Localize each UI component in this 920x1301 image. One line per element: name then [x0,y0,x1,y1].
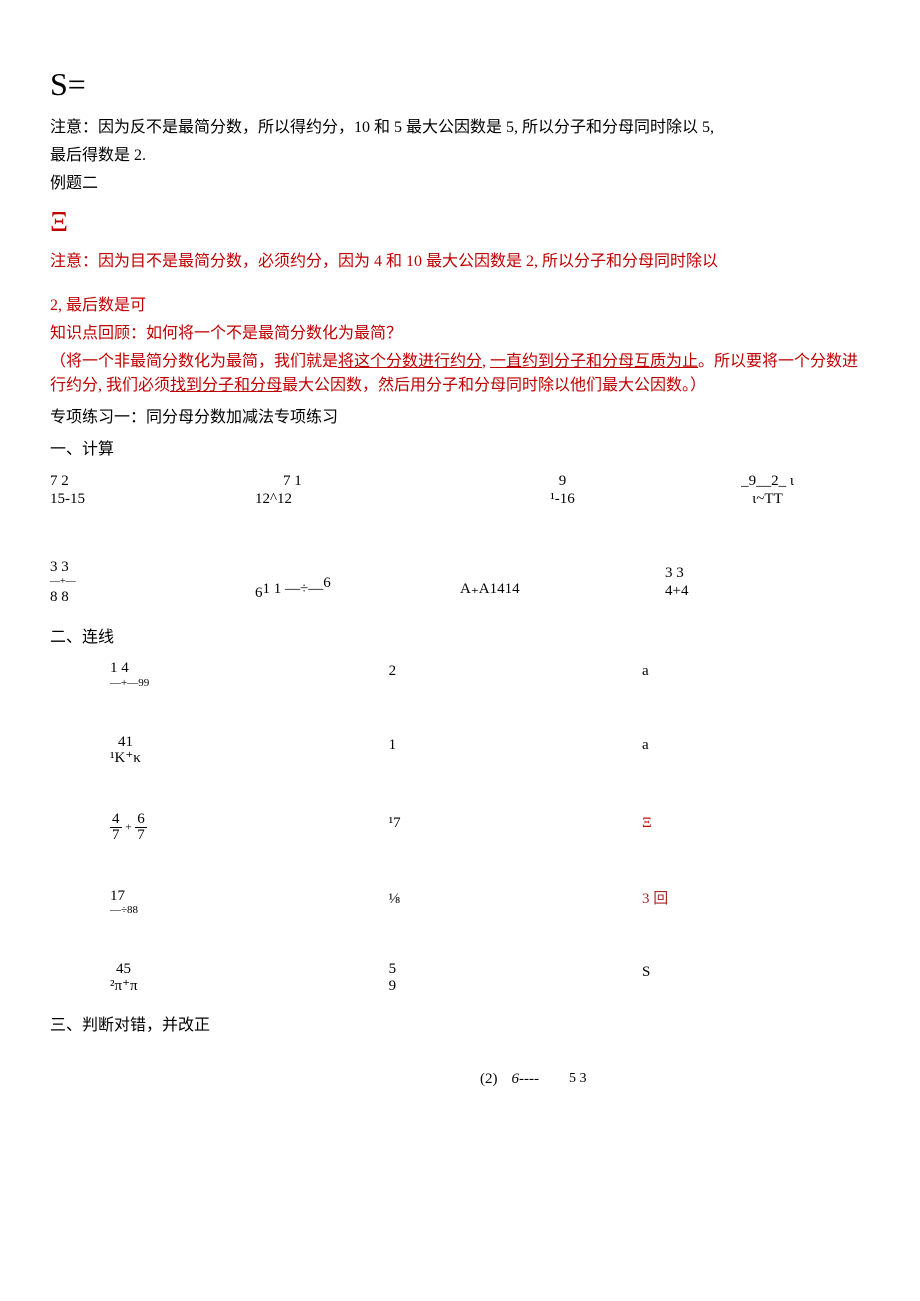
calc-r2c1-mid: —+— [50,576,255,588]
link-r1c1-top: 1 4 [110,660,389,677]
problem2: (2) 6---- 5 3 [480,1068,870,1091]
calc-r1c4-top: _9__2_ ι [665,472,870,490]
calc-r1c2-top: 7 1 [255,472,460,490]
link-r4c1: 17 —÷88 [110,888,389,917]
calc-r1c4: _9__2_ ι ι~TT [665,472,870,508]
answer-end: 最大公因数，然后用分子和分母同时除以他们最大公因数。） [282,377,706,394]
link-r4c1-bot: —÷88 [110,904,389,916]
link-r5c1: 45 ²π⁺π [110,961,389,994]
link-r3c1-d2: 7 [135,828,147,843]
link-r5c2-top: 5 [389,961,642,978]
link-r3c1-n2: 6 [135,812,147,828]
calc-r1c1-bot: 15-15 [50,490,255,508]
calc-r2c3: A₊A1414 [460,558,665,606]
review-answer: （将一个非最简分数化为最简，我们就是将这个分数进行约分, 一直约到分子和分母互质… [50,350,870,398]
problem2-sup: 5 3 [569,1068,587,1091]
link-r3c1-op: + [125,821,131,833]
link-r1c2: 2 [389,660,642,689]
link-r5c2-bot: 9 [389,978,642,995]
answer-underline1: 将这个分数进行约分 [338,353,482,370]
note2-line2: 2, 最后数是可 [50,294,870,318]
section2-title: 二、连线 [50,626,870,650]
answer-pre: （将一个非最简分数化为最简，我们就是 [50,353,338,370]
link-r3c1-frac2: 6 7 [135,812,147,843]
link-r1c3: a [642,660,870,689]
calc-r2c2-pre: 6 [255,585,263,601]
calc-r1c3: 9 ¹-16 [460,472,665,508]
link-r4c2: ⅛ [389,888,642,917]
note1-pre: 注意：因为反不是最简分数，所以得约分， [50,119,354,136]
practice1-title: 专项练习一：同分母分数加减法专项练习 [50,406,870,430]
note1-mid: 10 和 5 最大公因数是 5, 所以分子和分母同时除以 5, [354,119,714,136]
link-r5c1-bot: ²π⁺π [110,978,389,995]
calc-r1c3-top: 9 [460,472,665,490]
calc-r1c2-bot: 12^12 [255,490,460,508]
link-r3c1: 4 7 + 6 7 [110,812,389,843]
section1-title: 一、计算 [50,438,870,462]
note2-line1: 注意：因为目不是最简分数，必须约分，因为 4 和 10 最大公因数是 2, 所以… [50,250,870,274]
xi-symbol-icon: Ξ [50,202,870,244]
link-r3c1-d1: 7 [110,828,122,843]
link-r5c1-top: 45 [110,961,389,978]
review-question: 知识点回顾：如何将一个不是最简分数化为最简？ [50,322,870,346]
calc-r2c1-top: 3 3 [50,558,255,576]
link-r2c2: 1 [389,734,642,767]
calc-r2c2-main: 1 1 —÷— [263,581,324,597]
calc-r2c4-top: 3 3 [665,564,870,582]
link-r1c1-bot: —+—99 [110,677,389,689]
example2-label: 例题二 [50,172,870,196]
link-r2c1-bot: ¹K⁺κ [110,750,389,767]
link-r3c1-frac1: 4 7 [110,812,122,843]
calc-r2c1: 3 3 —+— 8 8 [50,558,255,606]
link-r2c1: 41 ¹K⁺κ [110,734,389,767]
answer-underline2: 一直约到分子和分母互质为止 [490,353,698,370]
link-grid: 1 4 —+—99 2 a 41 ¹K⁺κ 1 a 4 7 + 6 7 ¹7 Ξ… [110,660,870,994]
section3-title: 三、判断对错，并改正 [0,1014,870,1038]
link-r5c3: S [642,961,870,994]
link-r2c3: a [642,734,870,767]
link-r3c2: ¹7 [389,812,642,843]
answer-underline3: 找到分子和分母 [170,377,282,394]
calc-r2c2-suf: 6 [323,575,331,591]
calc-r1c1-top: 7 2 [50,472,255,490]
calc-r2c4-bot: 4+4 [665,582,870,600]
answer-mid: , [482,353,490,370]
note1-line2: 最后得数是 2. [50,144,870,168]
link-r1c1: 1 4 —+—99 [110,660,389,689]
link-r4c3: 3 回 [642,888,870,917]
calc-r1c3-bot: ¹-16 [460,490,665,508]
calc-r2c2: 61 1 —÷—6 [255,558,460,606]
link-r2c1-top: 41 [110,734,389,751]
calc-r2c1-bot: 8 8 [50,588,255,606]
link-r3c1-n1: 4 [110,812,122,828]
link-r4c1-top: 17 [110,888,389,905]
s-equals-heading: S= [50,60,870,108]
link-r5c2: 5 9 [389,961,642,994]
calc-r1c2: 7 1 12^12 [255,472,460,508]
calc-r1c4-bot: ι~TT [665,490,870,508]
calc-r2c4: 3 3 4+4 [665,558,870,606]
problem2-expr: 6---- [512,1068,539,1091]
calc-r1c1: 7 2 15-15 [50,472,255,508]
link-r3c3: Ξ [642,812,870,843]
calc-grid: 7 2 15-15 7 1 12^12 9 ¹-16 _9__2_ ι ι~TT… [50,472,870,606]
note1-line1: 注意：因为反不是最简分数，所以得约分，10 和 5 最大公因数是 5, 所以分子… [50,116,870,140]
problem2-label: (2) [480,1068,498,1091]
